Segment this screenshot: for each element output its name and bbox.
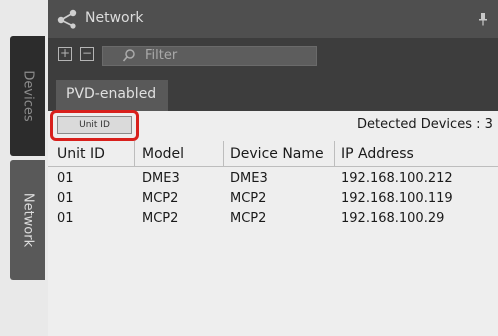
- detected-devices-count: Detected Devices : 3: [357, 117, 493, 132]
- column-header-ip-address[interactable]: IP Address: [341, 146, 414, 162]
- share-network-icon: [57, 9, 77, 29]
- column-divider[interactable]: [134, 141, 135, 167]
- collapse-all-button[interactable]: −: [80, 47, 94, 61]
- search-icon: [122, 49, 135, 62]
- cell-ip-address: 192.168.100.119: [341, 191, 453, 206]
- highlight-annotation: [50, 110, 139, 141]
- cell-unit-id: 01: [57, 191, 74, 206]
- filter-placeholder: Filter: [145, 48, 178, 63]
- side-tab-network[interactable]: Network: [10, 160, 45, 280]
- side-tab-network-label: Network: [20, 192, 35, 248]
- cell-device-name: DME3: [230, 171, 268, 186]
- column-divider[interactable]: [334, 141, 335, 167]
- column-divider[interactable]: [223, 141, 224, 167]
- cell-device-name: MCP2: [230, 191, 267, 206]
- side-tab-devices[interactable]: Devices: [10, 36, 45, 156]
- cell-device-name: MCP2: [230, 211, 267, 226]
- cell-unit-id: 01: [57, 211, 74, 226]
- expand-all-button[interactable]: +: [58, 47, 72, 61]
- side-tab-devices-label: Devices: [20, 70, 35, 122]
- column-header-model[interactable]: Model: [142, 146, 184, 162]
- cell-model: MCP2: [142, 211, 179, 226]
- cell-model: DME3: [142, 171, 180, 186]
- column-header-unit-id[interactable]: Unit ID: [57, 146, 105, 162]
- cell-unit-id: 01: [57, 171, 74, 186]
- pin-icon[interactable]: [478, 12, 488, 26]
- cell-model: MCP2: [142, 191, 179, 206]
- tab-pvd-enabled-label: PVD-enabled: [66, 86, 157, 102]
- panel-title: Network: [85, 10, 144, 26]
- column-header-device-name[interactable]: Device Name: [230, 146, 324, 162]
- cell-ip-address: 192.168.100.212: [341, 171, 453, 186]
- cell-ip-address: 192.168.100.29: [341, 211, 445, 226]
